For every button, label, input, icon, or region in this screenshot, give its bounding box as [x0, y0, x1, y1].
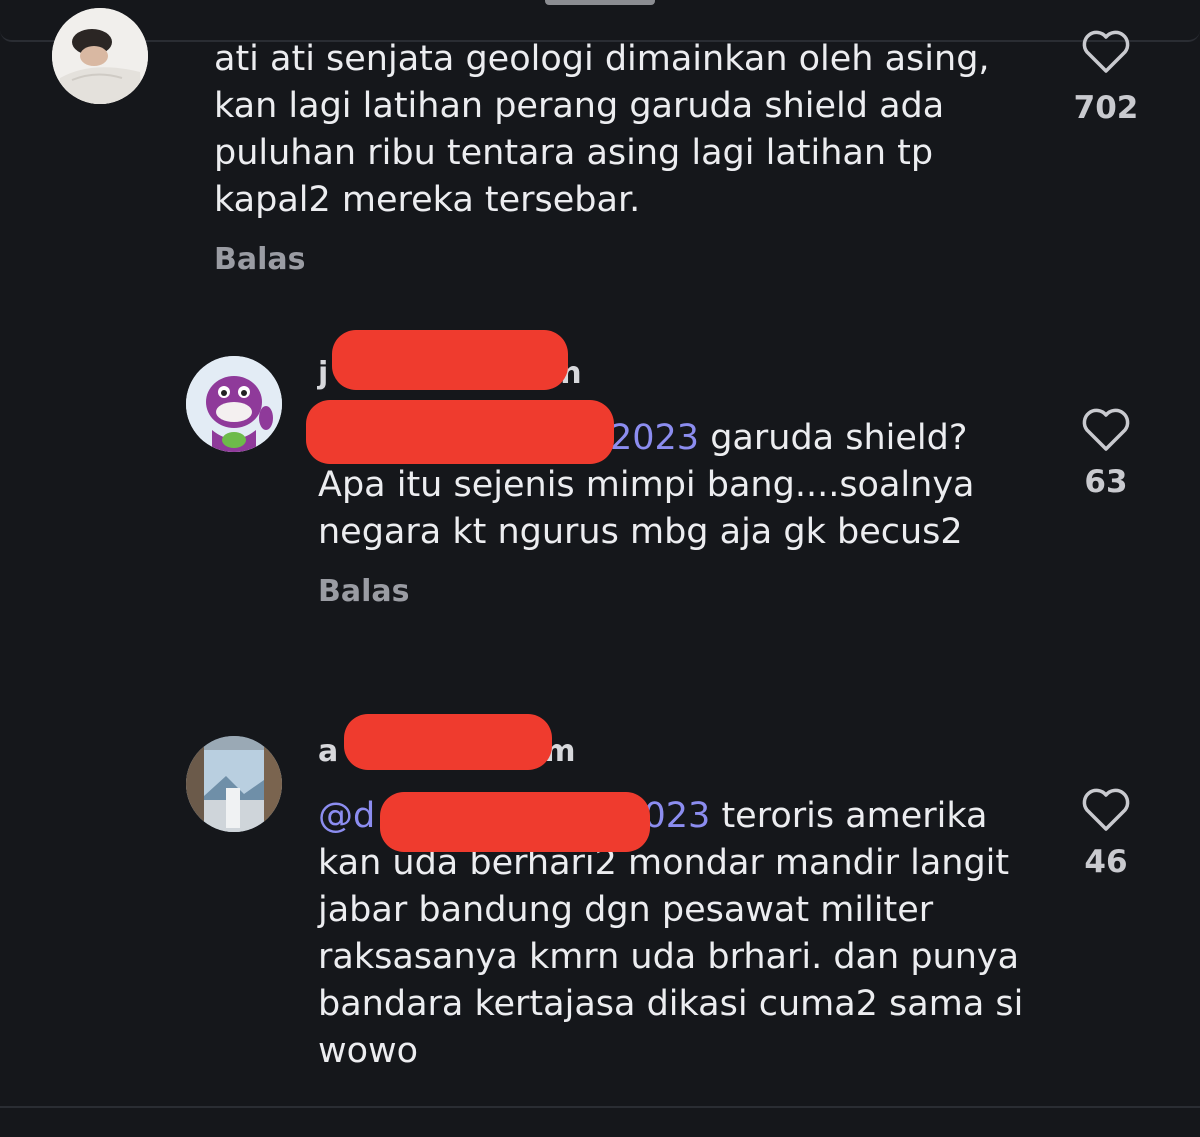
avatar-image — [186, 736, 282, 832]
redaction-mark — [306, 400, 614, 464]
avatar[interactable] — [186, 736, 282, 832]
heart-icon — [1082, 30, 1130, 73]
like-button[interactable]: 63 — [1066, 406, 1146, 500]
like-button[interactable]: 702 — [1066, 28, 1146, 126]
comment-input-bar-edge — [0, 1106, 1200, 1137]
heart-icon — [1082, 408, 1130, 451]
like-button[interactable]: 46 — [1066, 786, 1146, 880]
avatar-image — [52, 8, 148, 104]
comment-body: ati ati senjata geologi dimainkan oleh a… — [214, 36, 1014, 277]
comment-text: ati ati senjata geologi dimainkan oleh a… — [214, 39, 990, 220]
avatar[interactable] — [52, 8, 148, 104]
avatar[interactable] — [186, 356, 282, 452]
like-count: 46 — [1084, 844, 1128, 880]
redaction-mark — [344, 714, 552, 770]
redaction-mark — [380, 792, 650, 852]
like-count: 63 — [1084, 464, 1128, 500]
drag-handle[interactable] — [545, 0, 655, 5]
redaction-mark — [332, 330, 568, 390]
comment-body: jn 2023 garuda shield? Apa itu sejenis m… — [306, 330, 1018, 609]
reply-button[interactable]: Balas — [214, 242, 306, 277]
comment-body: am @d 2023 teroris amerika kan uda berhar… — [318, 714, 1038, 1075]
avatar-image — [186, 356, 282, 452]
like-count: 702 — [1073, 90, 1139, 126]
mention-link[interactable]: 2023 — [610, 418, 699, 458]
reply-button[interactable]: Balas — [318, 574, 410, 609]
heart-icon — [1082, 788, 1130, 831]
